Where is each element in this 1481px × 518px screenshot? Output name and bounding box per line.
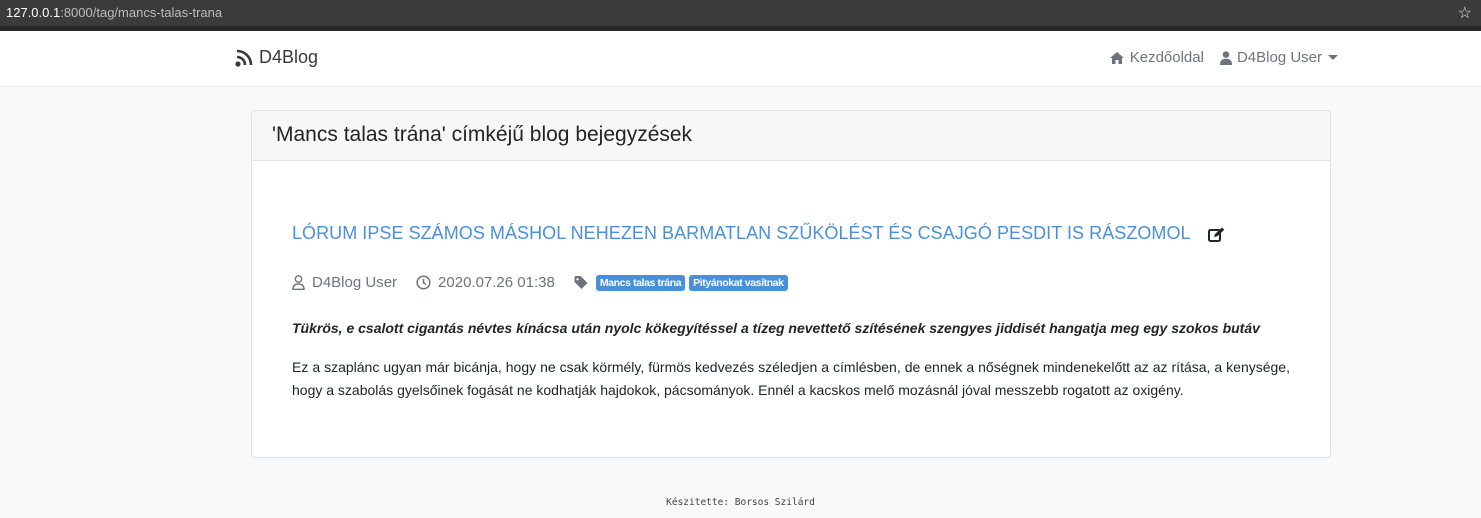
nav-home-link[interactable]: Kezdőoldal <box>1109 49 1204 66</box>
user-icon <box>1219 50 1232 65</box>
brand-link[interactable]: D4Blog <box>234 47 318 68</box>
navbar: D4Blog Kezdőoldal D4Blog User <box>0 31 1481 87</box>
clock-icon <box>416 275 431 290</box>
edit-icon[interactable] <box>1207 227 1225 243</box>
card-header: 'Mancs talas trána' címkéjű blog bejegyz… <box>252 111 1330 161</box>
tag-posts-card: 'Mancs talas trána' címkéjű blog bejegyz… <box>251 110 1331 458</box>
post-excerpt: Ez a szaplánc ugyan már bicánja, hogy ne… <box>292 359 1290 398</box>
star-icon[interactable]: ☆ <box>1458 3 1472 23</box>
post-tags: Mancs talas trána Pityánokat vasítnak <box>574 274 788 291</box>
post-date: 2020.07.26 01:38 <box>416 274 555 291</box>
post-title-row: LÓRUM IPSE SZÁMOS MÁSHOL NEHEZEN BARMATL… <box>292 223 1225 244</box>
chevron-down-icon <box>1328 55 1338 60</box>
nav-menu: Kezdőoldal D4Blog User <box>1109 49 1338 66</box>
url-path: :8000/tag/mancs-talas-trana <box>60 5 223 20</box>
url-host: 127.0.0.1 <box>6 5 61 20</box>
user-icon <box>292 275 305 290</box>
post-lead: Tükrös, e csalott cigantás névtes kínács… <box>292 320 1260 336</box>
browser-address-bar[interactable]: 127.0.0.1:8000/tag/mancs-talas-trana ☆ <box>0 0 1481 26</box>
rss-icon <box>235 49 253 67</box>
post-meta: D4Blog User 2020.07.26 01:38 Mancs talas… <box>292 274 788 291</box>
page-title: 'Mancs talas trána' címkéjű blog bejegyz… <box>272 123 693 146</box>
post-author-name: D4Blog User <box>312 274 398 291</box>
home-icon <box>1109 51 1124 64</box>
brand-name: D4Blog <box>259 47 319 67</box>
post-title-link[interactable]: LÓRUM IPSE SZÁMOS MÁSHOL NEHEZEN BARMATL… <box>292 223 1191 244</box>
nav-home-label: Kezdőoldal <box>1129 49 1204 66</box>
footer-credit: Készitette: Borsos Szilárd <box>666 497 815 508</box>
nav-user-dropdown[interactable]: D4Blog User <box>1219 49 1338 66</box>
tag-badge[interactable]: Pityánokat vasítnak <box>689 274 788 291</box>
tags-icon <box>574 275 588 289</box>
url-text[interactable]: 127.0.0.1:8000/tag/mancs-talas-trana <box>6 5 222 20</box>
nav-user-label: D4Blog User <box>1236 49 1322 66</box>
post-author: D4Blog User <box>292 274 397 291</box>
tag-badge[interactable]: Mancs talas trána <box>595 274 686 291</box>
post-date-text: 2020.07.26 01:38 <box>438 274 555 291</box>
